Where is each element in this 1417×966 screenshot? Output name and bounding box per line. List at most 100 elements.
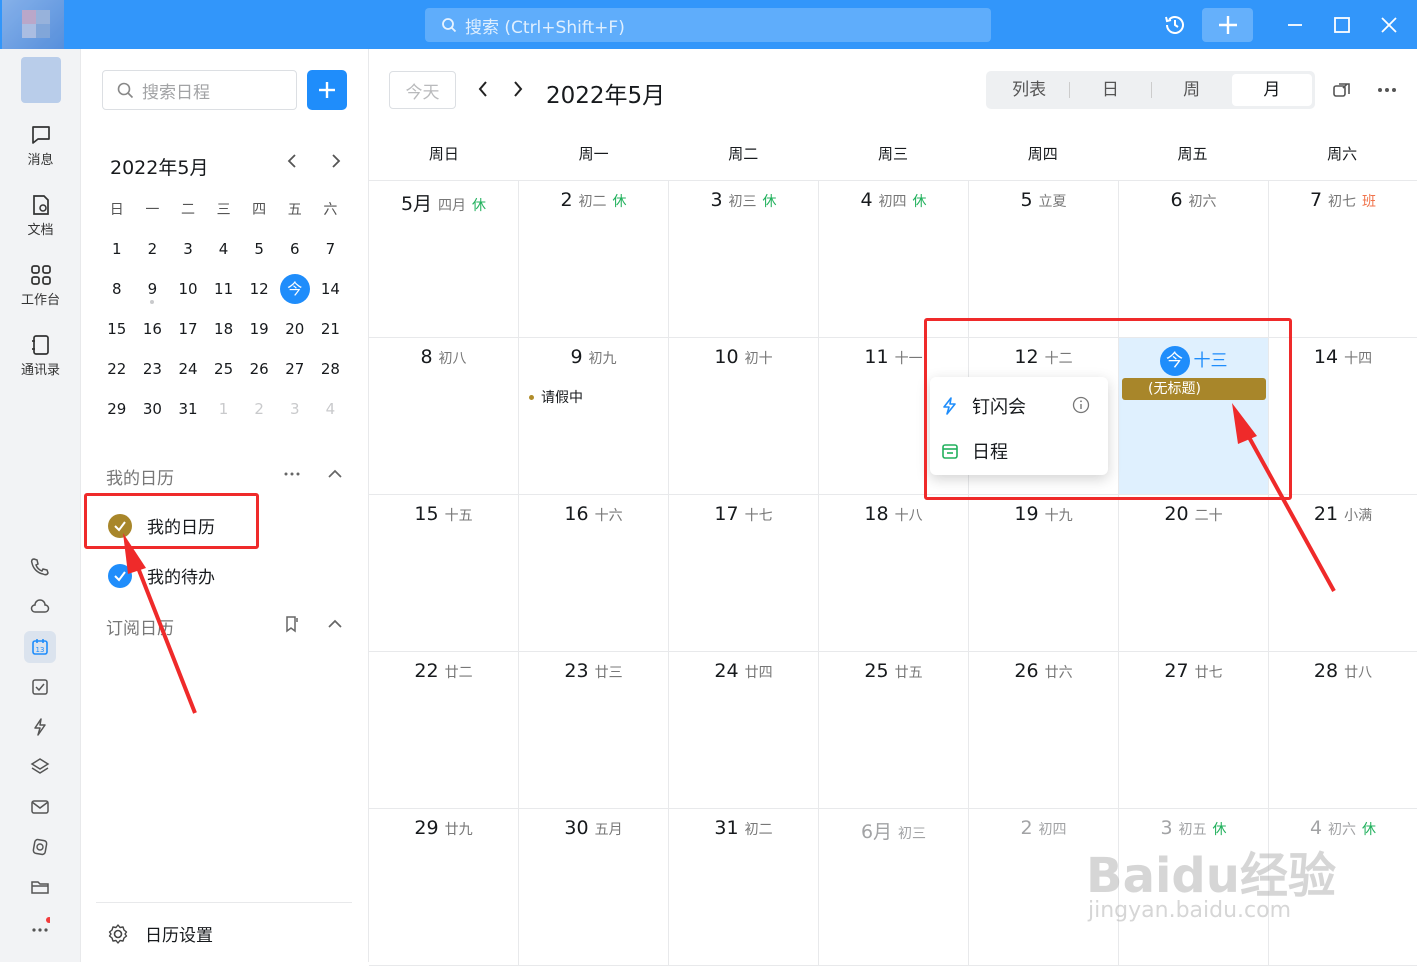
drive-button[interactable]	[24, 831, 56, 863]
nav-messages[interactable]: 消息	[0, 123, 81, 168]
calendar-settings-button[interactable]: 日历设置	[96, 902, 352, 946]
avatar[interactable]	[2, 0, 64, 49]
mini-day[interactable]: 2	[135, 240, 171, 258]
mini-day[interactable]: 30	[135, 400, 171, 418]
view-tab-month[interactable]: 月	[1231, 74, 1312, 106]
mini-day[interactable]: 14	[313, 280, 349, 298]
calendar-button[interactable]: 13	[24, 631, 56, 663]
create-button[interactable]	[1202, 8, 1253, 42]
my-calendars-more-button[interactable]	[283, 465, 301, 487]
mini-day[interactable]: 25	[206, 360, 242, 378]
schedule-search-input[interactable]: 搜索日程	[102, 70, 297, 110]
day-cell[interactable]: 30 五月	[519, 809, 669, 965]
mini-day[interactable]: 27	[277, 360, 313, 378]
next-month-button[interactable]	[510, 79, 526, 104]
day-cell[interactable]: 21 小满	[1269, 495, 1417, 651]
folder-button[interactable]	[24, 871, 56, 903]
history-button[interactable]	[1160, 0, 1190, 49]
day-cell[interactable]: 4 初四休	[819, 181, 969, 337]
maximize-button[interactable]	[1328, 0, 1356, 49]
day-cell[interactable]: 20 二十	[1119, 495, 1269, 651]
day-cell[interactable]: 8 初八	[369, 338, 519, 494]
day-cell[interactable]: 19 十九	[969, 495, 1119, 651]
day-cell[interactable]: 7 初七班	[1269, 181, 1417, 337]
mini-day[interactable]: 17	[170, 320, 206, 338]
global-search-input[interactable]: 搜索 (Ctrl+Shift+F)	[425, 8, 991, 42]
mini-day[interactable]: 19	[241, 320, 277, 338]
day-cell[interactable]: 3 初三休	[669, 181, 819, 337]
calendar-item-my-todo[interactable]: 我的待办	[108, 563, 215, 588]
nav-workbench[interactable]: 工作台	[0, 263, 81, 308]
day-cell[interactable]: 25 廿五	[819, 652, 969, 808]
mini-day[interactable]: 15	[99, 320, 135, 338]
mini-day[interactable]: 11	[206, 280, 242, 298]
prev-month-button[interactable]	[475, 79, 491, 104]
cloud-button[interactable]	[24, 591, 56, 623]
mini-day[interactable]: 28	[313, 360, 349, 378]
more-apps-button[interactable]	[24, 911, 56, 943]
day-cell[interactable]: 5 立夏	[969, 181, 1119, 337]
mini-day[interactable]: 31	[170, 400, 206, 418]
mini-day[interactable]: 5	[241, 240, 277, 258]
mini-day[interactable]: 29	[99, 400, 135, 418]
view-tab-week[interactable]: 周	[1152, 74, 1232, 106]
day-cell[interactable]: 23 廿三	[519, 652, 669, 808]
mini-day[interactable]: 3	[277, 400, 313, 418]
mini-day[interactable]: 7	[313, 240, 349, 258]
subscribed-collapse-button[interactable]	[326, 615, 344, 637]
day-cell[interactable]: 10 初十	[669, 338, 819, 494]
mini-day[interactable]: 12	[241, 280, 277, 298]
todo-button[interactable]	[24, 671, 56, 703]
mini-day[interactable]: 22	[99, 360, 135, 378]
share-button[interactable]	[1331, 79, 1353, 105]
day-cell[interactable]: 9 初九 请假中	[519, 338, 669, 494]
flash-button[interactable]	[24, 711, 56, 743]
day-cell[interactable]: 29 廿九	[369, 809, 519, 965]
mini-day-today[interactable]: 今	[277, 274, 313, 304]
mini-day[interactable]: 6	[277, 240, 313, 258]
event-leave[interactable]: 请假中	[529, 387, 583, 407]
mini-day[interactable]: 2	[241, 400, 277, 418]
mini-day[interactable]: 18	[206, 320, 242, 338]
day-cell[interactable]: 16 十六	[519, 495, 669, 651]
mini-day[interactable]: 3	[170, 240, 206, 258]
day-cell[interactable]: 18 十八	[819, 495, 969, 651]
view-tab-list[interactable]: 列表	[989, 74, 1069, 106]
day-cell[interactable]: 5月 四月休	[369, 181, 519, 337]
day-cell[interactable]: 15 十五	[369, 495, 519, 651]
day-cell[interactable]: 26 廿六	[969, 652, 1119, 808]
mini-day[interactable]: 8	[99, 280, 135, 298]
mini-day[interactable]: 16	[135, 320, 171, 338]
mail-button[interactable]	[24, 791, 56, 823]
day-cell[interactable]: 17 十七	[669, 495, 819, 651]
mini-day[interactable]: 24	[170, 360, 206, 378]
day-cell[interactable]: 28 廿八	[1269, 652, 1417, 808]
my-calendars-collapse-button[interactable]	[326, 465, 344, 487]
today-button[interactable]: 今天	[389, 71, 456, 109]
mini-day[interactable]: 23	[135, 360, 171, 378]
day-cell[interactable]: 27 廿七	[1119, 652, 1269, 808]
day-cell[interactable]: 24 廿四	[669, 652, 819, 808]
more-options-button[interactable]	[1376, 79, 1398, 105]
mini-day[interactable]: 4	[313, 400, 349, 418]
day-cell[interactable]: 22 廿二	[369, 652, 519, 808]
mini-prev-button[interactable]	[285, 153, 299, 174]
close-button[interactable]	[1375, 0, 1403, 49]
mini-day[interactable]: 21	[313, 320, 349, 338]
user-avatar[interactable]	[21, 57, 61, 103]
day-cell[interactable]: 2 初二休	[519, 181, 669, 337]
mini-day[interactable]: 20	[277, 320, 313, 338]
day-cell[interactable]: 6月 初三	[819, 809, 969, 965]
day-cell[interactable]: 31 初二	[669, 809, 819, 965]
subscribe-button[interactable]	[283, 615, 301, 637]
checkbox-checked-icon[interactable]	[108, 563, 132, 588]
phone-button[interactable]	[24, 551, 56, 583]
mini-day[interactable]: 1	[206, 400, 242, 418]
minimize-button[interactable]	[1281, 0, 1309, 49]
nav-contacts[interactable]: 通讯录	[0, 333, 81, 378]
mini-day[interactable]: 4	[206, 240, 242, 258]
day-cell[interactable]: 6 初六	[1119, 181, 1269, 337]
mini-day[interactable]: 9	[135, 280, 171, 304]
mini-day[interactable]: 10	[170, 280, 206, 298]
view-tab-day[interactable]: 日	[1070, 74, 1150, 106]
